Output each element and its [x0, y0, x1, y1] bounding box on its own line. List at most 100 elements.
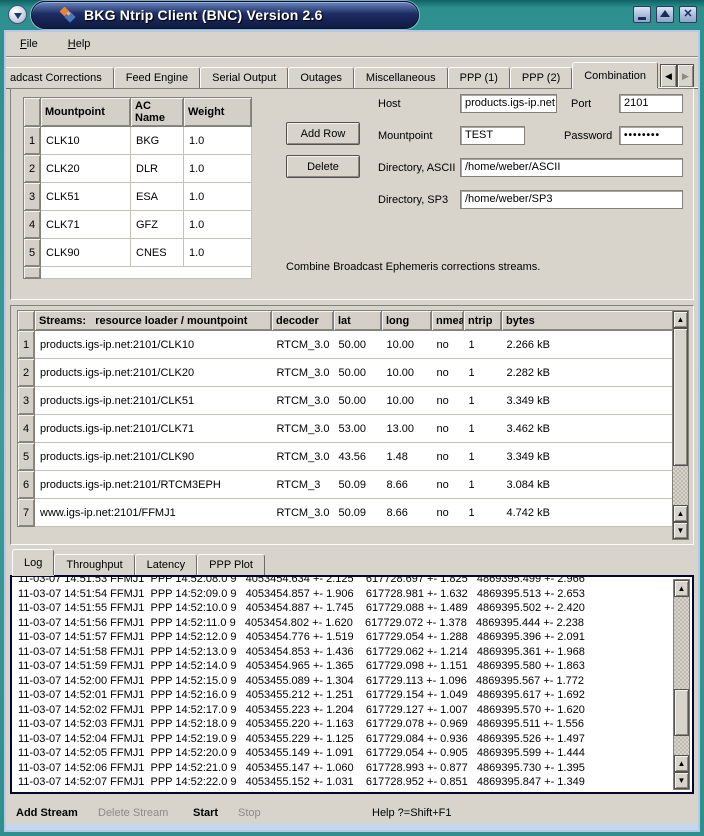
row-number[interactable]: 2: [18, 359, 35, 387]
column-header-decoder[interactable]: decoder: [272, 311, 334, 331]
cell[interactable]: 10.00: [382, 359, 432, 387]
scroll-up-icon[interactable]: ▲: [673, 505, 688, 522]
row-number[interactable]: 1: [18, 331, 35, 359]
cell[interactable]: 1.48: [382, 443, 432, 471]
tab-log[interactable]: Log: [12, 549, 54, 575]
cell[interactable]: RTCM_3.0: [272, 331, 334, 359]
cell[interactable]: 8.66: [382, 499, 432, 527]
column-header-lat[interactable]: lat: [334, 311, 382, 331]
close-button[interactable]: ✕: [679, 6, 697, 23]
column-header-weight[interactable]: Weight: [184, 98, 252, 127]
cell[interactable]: 50.00: [334, 359, 382, 387]
tab-miscellaneous[interactable]: Miscellaneous: [354, 67, 448, 88]
host-input[interactable]: products.igs-ip.net: [460, 94, 557, 113]
cell[interactable]: 1.0: [184, 211, 252, 239]
cell[interactable]: CLK51: [41, 183, 131, 211]
tab-ppp-1[interactable]: PPP (1): [448, 67, 510, 88]
column-header-bytes[interactable]: bytes: [502, 311, 674, 331]
row-number[interactable]: 6: [18, 471, 35, 499]
streams-scrollbar[interactable]: ▲ ▲ ▼: [672, 310, 689, 540]
column-header-nmea[interactable]: nmea: [432, 311, 464, 331]
row-number[interactable]: 3: [24, 183, 41, 211]
cell[interactable]: CLK20: [41, 155, 131, 183]
cell[interactable]: 13.00: [382, 415, 432, 443]
combination-table[interactable]: MountpointAC NameWeight 1CLK10BKG1.02CLK…: [23, 97, 252, 279]
log-scrollbar[interactable]: ▲ ▲ ▼: [673, 579, 690, 790]
cell[interactable]: 4.742 kB: [502, 499, 674, 527]
cell[interactable]: products.igs-ip.net:2101/CLK90: [35, 443, 272, 471]
cell[interactable]: [41, 267, 252, 279]
cell[interactable]: CLK90: [41, 239, 131, 267]
window-menu-button[interactable]: [8, 5, 27, 24]
row-number[interactable]: 3: [18, 387, 35, 415]
row-number[interactable]: 5: [18, 443, 35, 471]
cell[interactable]: 3.349 kB: [502, 387, 674, 415]
column-header-ac-name[interactable]: AC Name: [131, 98, 184, 127]
cell[interactable]: 1: [464, 471, 502, 499]
cell[interactable]: 50.09: [334, 499, 382, 527]
cell[interactable]: 1: [464, 443, 502, 471]
menu-help[interactable]: Help: [64, 36, 95, 52]
tab-combination[interactable]: Combination: [572, 62, 658, 88]
streams-table[interactable]: Streams: resource loader / mountpointdec…: [17, 310, 674, 527]
cell[interactable]: 3.349 kB: [502, 443, 674, 471]
cell[interactable]: RTCM_3.0: [272, 359, 334, 387]
cell[interactable]: RTCM_3.0: [272, 443, 334, 471]
tab-adcast-corrections[interactable]: adcast Corrections: [6, 67, 114, 88]
mountpoint-input[interactable]: TEST: [460, 126, 525, 145]
cell[interactable]: RTCM_3.0: [272, 499, 334, 527]
scrollbar-track[interactable]: [673, 328, 688, 505]
password-input[interactable]: ••••••••: [619, 126, 683, 145]
cell[interactable]: 3.462 kB: [502, 415, 674, 443]
scroll-down-icon[interactable]: ▼: [673, 522, 688, 539]
tab-ppp-plot[interactable]: PPP Plot: [197, 554, 265, 575]
row-number[interactable]: 4: [18, 415, 35, 443]
cell[interactable]: 1.0: [184, 183, 252, 211]
cell[interactable]: CNES: [131, 239, 184, 267]
scroll-down-icon[interactable]: ▼: [674, 772, 689, 789]
column-header-streams-resource-loader-[interactable]: Streams: resource loader / mountpoint: [35, 311, 272, 331]
scroll-up-icon[interactable]: ▲: [674, 755, 689, 772]
dir-ascii-input[interactable]: /home/weber/ASCII: [460, 158, 683, 177]
cell[interactable]: 2.282 kB: [502, 359, 674, 387]
dir-sp3-input[interactable]: /home/weber/SP3: [460, 190, 683, 209]
add-stream-button[interactable]: Add Stream: [16, 807, 78, 819]
cell[interactable]: 53.00: [334, 415, 382, 443]
cell[interactable]: no: [432, 471, 464, 499]
tab-scroll-left-button[interactable]: ◀: [660, 64, 677, 88]
cell[interactable]: GFZ: [131, 211, 184, 239]
row-number[interactable]: 1: [24, 127, 41, 155]
scrollbar-thumb[interactable]: [673, 328, 688, 466]
row-number[interactable]: 4: [24, 211, 41, 239]
cell[interactable]: products.igs-ip.net:2101/CLK20: [35, 359, 272, 387]
cell[interactable]: no: [432, 359, 464, 387]
cell[interactable]: 10.00: [382, 387, 432, 415]
cell[interactable]: ESA: [131, 183, 184, 211]
add-row-button[interactable]: Add Row: [286, 122, 360, 145]
stop-button[interactable]: Stop: [238, 807, 261, 819]
column-header-mountpoint[interactable]: Mountpoint: [41, 98, 131, 127]
tab-serial-output[interactable]: Serial Output: [200, 67, 288, 88]
cell[interactable]: no: [432, 331, 464, 359]
delete-stream-button[interactable]: Delete Stream: [98, 807, 168, 819]
port-input[interactable]: 2101: [619, 94, 683, 113]
cell[interactable]: RTCM_3: [272, 471, 334, 499]
cell[interactable]: 1: [464, 359, 502, 387]
cell[interactable]: 50.00: [334, 331, 382, 359]
cell[interactable]: 1.0: [184, 239, 252, 267]
tab-scroll-right-button[interactable]: ▶: [677, 64, 694, 88]
menu-file[interactable]: File: [16, 36, 42, 52]
cell[interactable]: 3.084 kB: [502, 471, 674, 499]
row-number[interactable]: 7: [18, 499, 35, 527]
cell[interactable]: 50.09: [334, 471, 382, 499]
cell[interactable]: 1.0: [184, 155, 252, 183]
cell[interactable]: CLK10: [41, 127, 131, 155]
cell[interactable]: 1.0: [184, 127, 252, 155]
cell[interactable]: products.igs-ip.net:2101/RTCM3EPH: [35, 471, 272, 499]
cell[interactable]: 43.56: [334, 443, 382, 471]
row-number[interactable]: 5: [24, 239, 41, 267]
cell[interactable]: DLR: [131, 155, 184, 183]
maximize-button[interactable]: [656, 6, 674, 23]
cell[interactable]: RTCM_3.0: [272, 415, 334, 443]
cell[interactable]: CLK71: [41, 211, 131, 239]
